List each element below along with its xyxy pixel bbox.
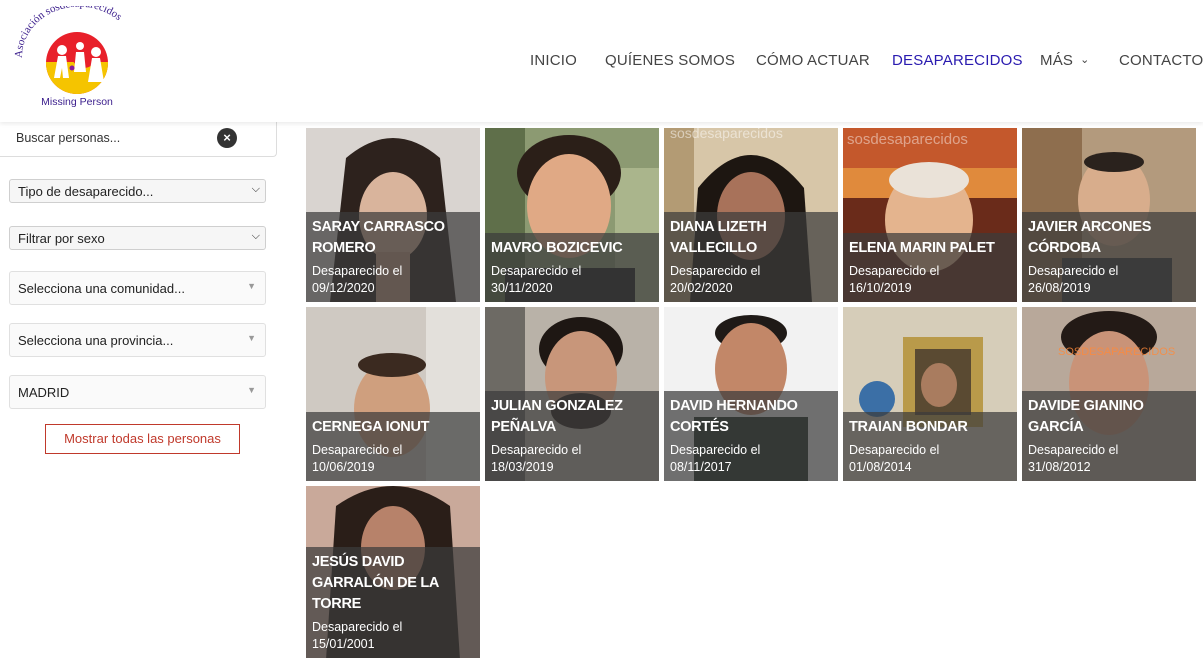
person-missing-date: 09/12/2020 [312,281,375,295]
person-card[interactable]: sosdesaparecidos DIANA LIZETH VALLECILLO… [664,128,838,302]
person-card[interactable]: sosdesaparecidos ELENA MARIN PALET Desap… [843,128,1017,302]
person-missing-label: Desaparecido el [849,264,940,278]
caret-down-icon: ▼ [247,333,256,343]
person-caption: ELENA MARIN PALET Desaparecido el 16/10/… [843,233,1017,302]
clear-search-icon[interactable]: × [217,128,237,148]
person-missing-label: Desaparecido el [670,264,761,278]
person-missing-date: 10/06/2019 [312,460,375,474]
person-missing-date: 30/11/2020 [491,281,553,295]
person-name: DAVIDE GIANINO GARCÍA [1028,398,1144,435]
person-missing-date: 08/11/2017 [670,460,732,474]
person-card[interactable]: MAVRO BOZICEVIC Desaparecido el 30/11/20… [485,128,659,302]
person-missing-date: 01/08/2014 [849,460,912,474]
person-missing-date: 15/01/2001 [312,637,375,651]
person-missing-label: Desaparecido el [491,443,582,457]
search-input[interactable]: Buscar personas... × [0,122,277,157]
person-missing-date: 18/03/2019 [491,460,554,474]
tipo-desaparecido-select[interactable]: Tipo de desaparecido... ⌵ [9,179,266,203]
logo-caption: Missing Person [41,96,113,108]
person-card[interactable]: DAVID HERNANDO CORTÉS Desaparecido el 08… [664,307,838,481]
photo-watermark: sosdesaparecidos [847,131,968,148]
person-caption: DAVIDE GIANINO GARCÍA Desaparecido el 31… [1022,391,1196,481]
provincia-value: Selecciona una provincia... [18,333,174,348]
nav-contacto[interactable]: CONTACTO [1119,52,1203,69]
person-missing-label: Desaparecido el [1028,264,1119,278]
person-caption: JULIAN GONZALEZ PEÑALVA Desaparecido el … [485,391,659,481]
person-name: ELENA MARIN PALET [849,240,995,256]
comunidad-select[interactable]: Selecciona una comunidad... ▼ [9,271,266,305]
person-name: TRAIAN BONDAR [849,419,968,435]
person-missing-label: Desaparecido el [1028,443,1119,457]
show-all-button[interactable]: Mostrar todas las personas [45,424,240,454]
person-missing-date: 31/08/2012 [1028,460,1091,474]
logo-graphic: Asociación sosdesaparecidos [13,0,124,94]
chevron-down-icon: ⌵ [251,230,260,242]
person-missing-label: Desaparecido el [670,443,761,457]
provincia-select[interactable]: Selecciona una provincia... ▼ [9,323,266,357]
nav-como-actuar[interactable]: CÓMO ACTUAR [756,52,870,69]
person-caption: SARAY CARRASCO ROMERO Desaparecido el 09… [306,212,480,302]
person-name: MAVRO BOZICEVIC [491,240,623,256]
person-name: CERNEGA IONUT [312,419,430,435]
sexo-select[interactable]: Filtrar por sexo ⌵ [9,226,266,250]
person-caption: TRAIAN BONDAR Desaparecido el 01/08/2014 [843,412,1017,481]
person-name: JAVIER ARCONES CÓRDOBA [1028,219,1152,256]
chevron-down-icon: ⌵ [251,183,260,195]
person-name: DIANA LIZETH VALLECILLO [670,219,767,256]
person-card[interactable]: SOSDESAPARECIDOS DAVIDE GIANINO GARCÍA D… [1022,307,1196,481]
person-card[interactable]: TRAIAN BONDAR Desaparecido el 01/08/2014 [843,307,1017,481]
caret-down-icon: ▼ [247,385,256,395]
person-name: SARAY CARRASCO ROMERO [312,219,445,256]
photo-watermark: sosdesaparecidos [670,128,783,141]
nav-quienes-somos[interactable]: QUÍENES SOMOS [605,52,735,69]
person-missing-label: Desaparecido el [491,264,582,278]
chevron-down-icon: ⌄ [1080,54,1090,66]
person-missing-label: Desaparecido el [312,443,403,457]
person-missing-date: 26/08/2019 [1028,281,1091,295]
caret-down-icon: ▼ [247,281,256,291]
localidad-select[interactable]: MADRID ▼ [9,375,266,409]
nav-desaparecidos[interactable]: DESAPARECIDOS [892,52,1023,69]
person-caption: DIANA LIZETH VALLECILLO Desaparecido el … [664,212,838,302]
person-missing-date: 16/10/2019 [849,281,912,295]
person-name: JULIAN GONZALEZ PEÑALVA [491,398,623,435]
person-card[interactable]: JESÚS DAVID GARRALÓN DE LA TORRE Desapar… [306,486,480,658]
comunidad-value: Selecciona una comunidad... [18,281,185,296]
person-caption: JESÚS DAVID GARRALÓN DE LA TORRE Desapar… [306,547,480,658]
tipo-desaparecido-value: Tipo de desaparecido... [18,184,154,199]
person-card[interactable]: JULIAN GONZALEZ PEÑALVA Desaparecido el … [485,307,659,481]
sexo-value: Filtrar por sexo [18,231,105,246]
localidad-value: MADRID [18,385,70,400]
person-caption: CERNEGA IONUT Desaparecido el 10/06/2019 [306,412,480,481]
search-input-value: Buscar personas... [16,131,121,145]
person-name: DAVID HERNANDO CORTÉS [670,398,798,435]
person-caption: DAVID HERNANDO CORTÉS Desaparecido el 08… [664,391,838,481]
person-caption: JAVIER ARCONES CÓRDOBA Desaparecido el 2… [1022,212,1196,302]
person-card[interactable]: CERNEGA IONUT Desaparecido el 10/06/2019 [306,307,480,481]
person-name: JESÚS DAVID GARRALÓN DE LA TORRE [312,554,439,612]
nav-mas[interactable]: MÁS ⌄ [1040,52,1090,69]
person-missing-date: 20/02/2020 [670,281,733,295]
person-card[interactable]: JAVIER ARCONES CÓRDOBA Desaparecido el 2… [1022,128,1196,302]
photo-watermark: SOSDESAPARECIDOS [1058,346,1175,358]
person-missing-label: Desaparecido el [312,264,403,278]
person-caption: MAVRO BOZICEVIC Desaparecido el 30/11/20… [485,233,659,302]
person-missing-label: Desaparecido el [312,620,403,634]
nav-inicio[interactable]: INICIO [530,52,577,69]
site-header: Asociación sosdesaparecidos Missing Pers… [0,0,1203,122]
nav-mas-label: MÁS [1040,52,1074,69]
person-card[interactable]: SARAY CARRASCO ROMERO Desaparecido el 09… [306,128,480,302]
filter-sidebar: Buscar personas... × Tipo de desaparecid… [0,122,280,658]
person-missing-label: Desaparecido el [849,443,940,457]
site-logo[interactable]: Asociación sosdesaparecidos Missing Pers… [13,0,144,114]
